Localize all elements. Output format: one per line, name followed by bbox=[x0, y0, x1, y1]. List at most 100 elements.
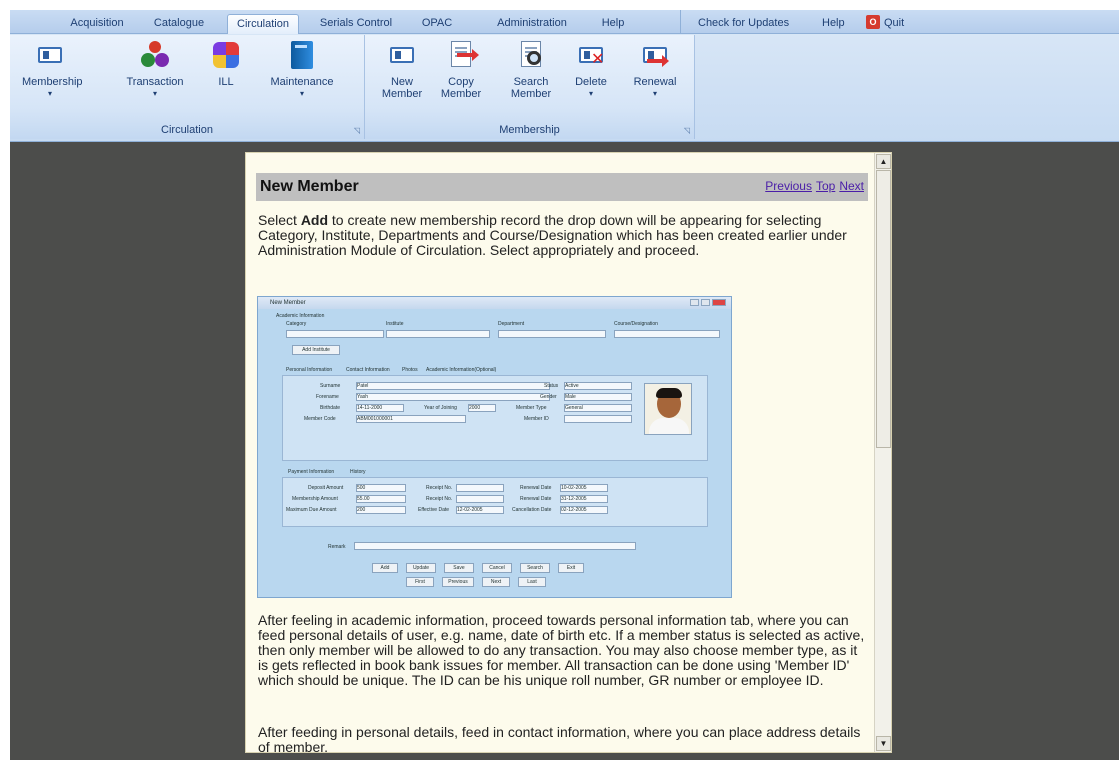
transaction-people-icon bbox=[139, 39, 171, 71]
receipt-input-2 bbox=[456, 495, 504, 503]
tab-payment: Payment Information bbox=[288, 469, 335, 475]
first-button: First bbox=[406, 577, 434, 587]
renewal-date-input-2: 31-12-2005 bbox=[560, 495, 608, 503]
vertical-scrollbar[interactable]: ▲ ▼ bbox=[874, 153, 891, 752]
search-member-label-2: Member bbox=[510, 88, 552, 100]
group-circulation: Membership ▾ Transaction ▾ ILL Maintenan… bbox=[10, 35, 365, 139]
close-icon bbox=[712, 299, 726, 306]
chevron-down-icon: ▾ bbox=[299, 89, 304, 98]
institute-select bbox=[386, 330, 490, 338]
year-joining-input: 2000 bbox=[468, 404, 496, 412]
delete-label: Delete bbox=[575, 76, 607, 88]
membership-amount-input: 55.00 bbox=[356, 495, 406, 503]
membership-card-icon bbox=[34, 39, 66, 71]
search-button: Search bbox=[520, 563, 550, 573]
cancellation-input: 02-12-2005 bbox=[560, 506, 608, 514]
surname-input: Patel bbox=[356, 382, 550, 390]
tab-serials-control[interactable]: Serials Control bbox=[314, 14, 398, 34]
tab-opac[interactable]: OPAC bbox=[414, 14, 460, 34]
member-photo bbox=[644, 383, 692, 435]
para1-pre: Select bbox=[258, 212, 301, 228]
receipt-input-1 bbox=[456, 484, 504, 492]
tab-divider bbox=[680, 10, 681, 34]
new-member-button[interactable]: New Member bbox=[379, 39, 425, 100]
maximize-icon bbox=[701, 299, 710, 306]
group-membership: New Member Copy Member Search Member ✕ Dele… bbox=[365, 35, 695, 139]
member-type-label: Member Type bbox=[516, 405, 547, 411]
scroll-thumb[interactable] bbox=[876, 170, 891, 448]
cancel-button: Cancel bbox=[482, 563, 512, 573]
new-member-label-2: Member bbox=[381, 88, 423, 100]
scroll-down-icon[interactable]: ▼ bbox=[876, 736, 891, 751]
maintenance-button[interactable]: Maintenance ▾ bbox=[262, 39, 342, 100]
copy-member-button[interactable]: Copy Member bbox=[437, 39, 485, 100]
effective-label: Effective Date bbox=[418, 507, 450, 513]
tab-catalogue[interactable]: Catalogue bbox=[148, 14, 210, 34]
search-member-button[interactable]: Search Member bbox=[505, 39, 557, 100]
department-label: Department bbox=[498, 321, 525, 327]
group-launcher-icon[interactable]: ◹ bbox=[684, 126, 690, 135]
deposit-input: 500 bbox=[356, 484, 406, 492]
tab-help[interactable]: Help bbox=[594, 14, 632, 34]
quit-button[interactable]: Quit bbox=[884, 14, 904, 32]
quit-icon[interactable]: O bbox=[866, 15, 880, 29]
course-label: Course/Designation bbox=[614, 321, 658, 327]
previous-link[interactable]: Previous bbox=[765, 179, 812, 193]
scroll-up-icon[interactable]: ▲ bbox=[876, 154, 891, 169]
ill-puzzle-icon bbox=[210, 39, 242, 71]
membership-label: Membership bbox=[22, 76, 83, 88]
academic-label: Academic Information bbox=[276, 313, 325, 319]
transaction-label: Transaction bbox=[126, 76, 184, 88]
ribbon-tab-bar: Acquisition Catalogue Circulation Serial… bbox=[10, 10, 1119, 34]
receipt-label-1: Receipt No. bbox=[426, 485, 453, 491]
page-title: New Member bbox=[260, 178, 359, 195]
deposit-label: Deposit Amount bbox=[308, 485, 344, 491]
cancellation-label: Cancellation Date bbox=[512, 507, 552, 513]
help-paragraph-2: After feeling in academic information, p… bbox=[258, 612, 865, 688]
renewal-button[interactable]: Renewal ▾ bbox=[629, 39, 681, 100]
member-code-label: Member Code bbox=[304, 416, 336, 422]
last-button: Last bbox=[518, 577, 546, 587]
help-title-bar: New Member Previous Top Next bbox=[256, 173, 868, 201]
top-link[interactable]: Top bbox=[816, 179, 835, 193]
chevron-down-icon: ▾ bbox=[652, 89, 657, 98]
check-updates-button[interactable]: Check for Updates bbox=[698, 14, 789, 32]
next-button: Next bbox=[482, 577, 510, 587]
search-member-label: Search bbox=[513, 76, 549, 88]
add-button: Add bbox=[372, 563, 398, 573]
copy-member-icon bbox=[445, 39, 479, 71]
tab-circulation[interactable]: Circulation bbox=[227, 14, 299, 34]
member-id-input bbox=[564, 415, 632, 423]
minimize-icon bbox=[690, 299, 699, 306]
previous-button: Previous bbox=[442, 577, 474, 587]
year-joining-label: Year of Joining bbox=[424, 405, 457, 411]
status-select: Active bbox=[564, 382, 632, 390]
new-member-label: New bbox=[390, 76, 413, 88]
help-button[interactable]: Help bbox=[822, 14, 845, 32]
group-launcher-icon[interactable]: ◹ bbox=[354, 126, 360, 135]
tab-contact: Contact Information bbox=[346, 367, 390, 373]
group-label-membership: Membership bbox=[499, 124, 560, 136]
membership-button[interactable]: Membership ▾ bbox=[22, 39, 83, 100]
ill-label: ILL bbox=[218, 76, 234, 88]
birthdate-label: Birthdate bbox=[320, 405, 341, 411]
ill-button[interactable]: ILL bbox=[206, 39, 246, 88]
tab-administration[interactable]: Administration bbox=[486, 14, 578, 34]
effective-input: 12-02-2005 bbox=[456, 506, 504, 514]
receipt-label-2: Receipt No. bbox=[426, 496, 453, 502]
update-button: Update bbox=[406, 563, 436, 573]
remark-input bbox=[354, 542, 636, 550]
exit-button: Exit bbox=[558, 563, 584, 573]
delete-button[interactable]: ✕ Delete ▾ bbox=[569, 39, 613, 100]
tab-history: History bbox=[350, 469, 366, 475]
renewal-icon bbox=[639, 39, 671, 71]
member-id-label: Member ID bbox=[524, 416, 549, 422]
para1-bold: Add bbox=[300, 212, 329, 228]
birthdate-input: 14-11-2000 bbox=[356, 404, 404, 412]
tab-acquisition[interactable]: Acquisition bbox=[62, 14, 132, 34]
transaction-button[interactable]: Transaction ▾ bbox=[122, 39, 188, 100]
new-member-card-icon bbox=[386, 39, 418, 71]
next-link[interactable]: Next bbox=[839, 179, 864, 193]
remark-label: Remark bbox=[328, 544, 346, 550]
tab-academic: Academic Information(Optional) bbox=[426, 367, 497, 373]
